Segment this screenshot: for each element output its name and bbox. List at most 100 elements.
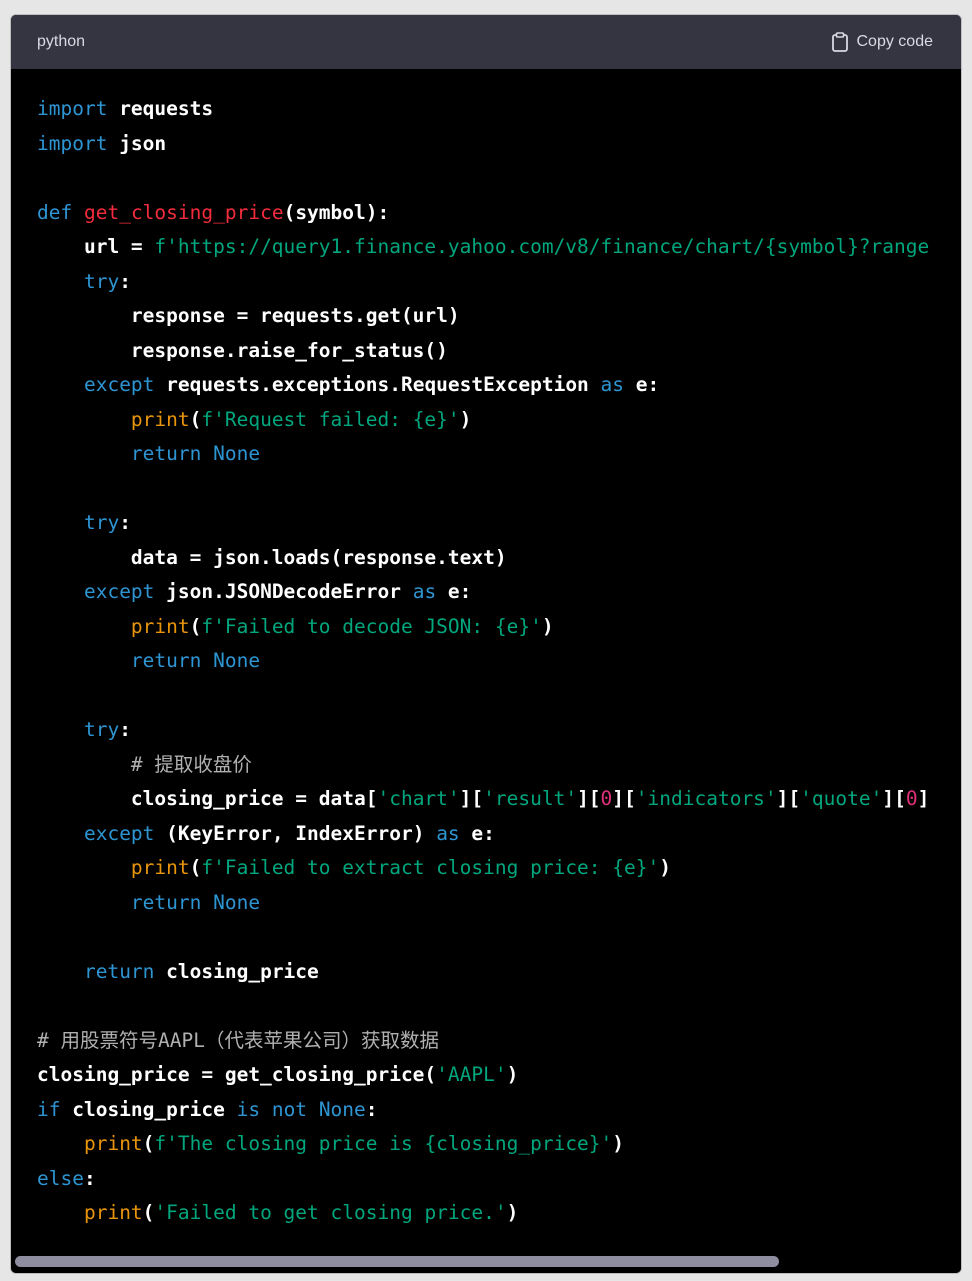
code-line: return None bbox=[37, 886, 961, 921]
code-token: response.raise_for_status() bbox=[37, 338, 448, 362]
code-token: response = requests.get(url) bbox=[37, 304, 460, 327]
code-token: except bbox=[83, 821, 155, 845]
code-token: closing_price = get_closing_price( bbox=[37, 1063, 437, 1086]
code-token: : bbox=[119, 511, 131, 534]
code-line: return None bbox=[37, 644, 961, 679]
code-token: ) bbox=[506, 1201, 519, 1224]
code-line: return None bbox=[37, 437, 961, 472]
code-line: response = requests.get(url) bbox=[37, 299, 961, 334]
code-token: print bbox=[130, 856, 190, 879]
code-token: requests.exceptions.RequestException bbox=[154, 373, 601, 396]
code-line: if closing_price is not None: bbox=[37, 1093, 961, 1128]
code-token: None bbox=[213, 442, 261, 465]
code-token: 0 bbox=[600, 787, 613, 810]
code-token: f'Request failed: {e}' bbox=[201, 407, 460, 431]
code-token: import bbox=[37, 131, 108, 155]
code-line: print(f'Failed to extract closing price:… bbox=[37, 851, 961, 886]
copy-code-button[interactable]: Copy code bbox=[831, 32, 934, 52]
code-line: closing_price = data['chart']['result'][… bbox=[37, 782, 961, 817]
code-token: json bbox=[107, 131, 167, 155]
code-line: print('Failed to get closing price.') bbox=[37, 1196, 961, 1231]
code-token: return bbox=[130, 442, 202, 465]
code-token: : bbox=[83, 1166, 96, 1190]
code-token: ) bbox=[459, 407, 472, 431]
code-token: import bbox=[37, 97, 108, 120]
code-token: : bbox=[119, 269, 131, 293]
code-token: data = json.loads(response.text) bbox=[37, 545, 507, 569]
code-line: import requests bbox=[37, 92, 961, 127]
code-token: e: bbox=[624, 373, 660, 396]
code-token: requests bbox=[107, 97, 214, 120]
copy-code-label: Copy code bbox=[856, 33, 934, 50]
code-token: f'https://query1.finance.yahoo.com/v8/fi… bbox=[154, 235, 930, 258]
code-token: # 提取收盘价 bbox=[130, 752, 252, 776]
code-token: closing_price bbox=[154, 959, 319, 983]
code-line: except (KeyError, IndexError) as e: bbox=[37, 817, 961, 852]
code-token: print bbox=[83, 1132, 143, 1155]
code-line: def get_closing_price(symbol): bbox=[37, 196, 961, 231]
code-line: print(f'Failed to decode JSON: {e}') bbox=[37, 610, 961, 645]
code-token: ][ bbox=[459, 787, 484, 810]
language-label: python bbox=[37, 33, 86, 50]
code-token: 'Failed to get closing price.' bbox=[154, 1201, 507, 1224]
code-token: closing_price = data[ bbox=[37, 787, 378, 810]
code-line: try: bbox=[37, 713, 961, 748]
code-line: try: bbox=[37, 506, 961, 541]
code-token: closing_price bbox=[60, 1097, 237, 1121]
code-token: 'result' bbox=[483, 787, 578, 810]
code-token: ( bbox=[189, 614, 202, 638]
code-line: print(f'The closing price is {closing_pr… bbox=[37, 1127, 961, 1162]
code-token: 0 bbox=[905, 787, 918, 810]
scrollbar-thumb[interactable] bbox=[15, 1256, 779, 1267]
code-token: def bbox=[37, 200, 73, 224]
code-token: None bbox=[213, 890, 261, 914]
code-token: try bbox=[83, 718, 120, 741]
code-token: e: bbox=[436, 580, 472, 603]
code-token: try bbox=[83, 511, 120, 534]
code-token: ] bbox=[917, 787, 930, 810]
code-token: not bbox=[271, 1097, 308, 1121]
code-line: import json bbox=[37, 127, 961, 162]
code-token: return bbox=[83, 959, 155, 983]
code-line: # 提取收盘价 bbox=[37, 748, 961, 783]
code-token: None bbox=[318, 1097, 366, 1121]
code-token: ( bbox=[189, 856, 202, 879]
horizontal-scrollbar[interactable] bbox=[11, 1253, 961, 1273]
code-token: ) bbox=[541, 614, 554, 638]
code-block: python Copy code import requests import j… bbox=[10, 14, 962, 1274]
code-token: : bbox=[365, 1097, 378, 1121]
code-token: ][ bbox=[612, 787, 636, 810]
code-line: print(f'Request failed: {e}') bbox=[37, 403, 961, 438]
code-token: # 用股票符号AAPL（代表苹果公司）获取数据 bbox=[37, 1028, 439, 1052]
code-token: try bbox=[83, 269, 120, 293]
code-token: return bbox=[130, 649, 202, 672]
code-token: 'chart' bbox=[377, 787, 460, 810]
code-token: except bbox=[83, 580, 155, 603]
code-line: except requests.exceptions.RequestExcept… bbox=[37, 368, 961, 403]
code-token: url = bbox=[37, 235, 155, 258]
code-token: ][ bbox=[882, 787, 906, 810]
code-line: closing_price = get_closing_price('AAPL'… bbox=[37, 1058, 961, 1093]
code-token: : bbox=[119, 718, 131, 741]
code-block-header: python Copy code bbox=[11, 15, 961, 69]
code-token: print bbox=[83, 1201, 143, 1224]
code-token: print bbox=[130, 407, 190, 431]
code-token: is bbox=[236, 1097, 261, 1121]
